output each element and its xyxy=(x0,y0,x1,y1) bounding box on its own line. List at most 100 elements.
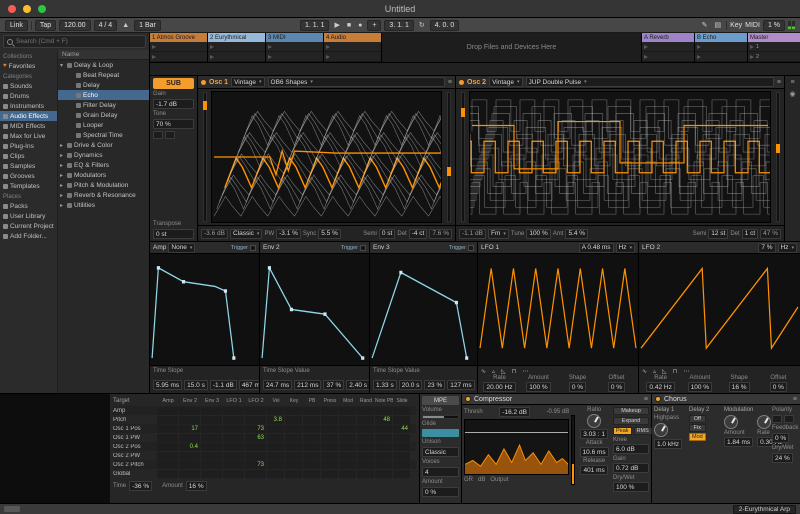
current-clip-name[interactable]: 2-Eurythmical Arp xyxy=(732,504,796,514)
osc1-pw-value[interactable]: -3.1 % xyxy=(276,228,301,239)
browser-collection-item[interactable]: ♥ Favorites xyxy=(0,61,57,71)
matrix-cell[interactable] xyxy=(303,424,320,433)
matrix-cell[interactable] xyxy=(157,415,178,424)
matrix-midi-column-header[interactable]: Slide xyxy=(393,398,411,404)
expand-arrow-icon[interactable]: ▾ xyxy=(60,62,67,69)
matrix-cell[interactable] xyxy=(303,451,320,460)
lfo1-unit-toggle[interactable]: Hz ▾ xyxy=(615,242,635,253)
lfo-param-value[interactable]: 0 % xyxy=(607,382,626,392)
osc1-category-select[interactable]: Vintage ▾ xyxy=(231,77,265,87)
envelope-value[interactable]: 24.7 ms xyxy=(263,380,293,390)
lfo2-display[interactable] xyxy=(639,254,800,366)
matrix-target-label[interactable]: Amp xyxy=(113,408,157,414)
matrix-cell[interactable] xyxy=(393,415,410,424)
lfo1-attack-value[interactable]: A 0.48 ms xyxy=(578,242,614,253)
hamburger-icon[interactable]: ≡ xyxy=(793,396,797,403)
matrix-cell[interactable] xyxy=(201,451,222,460)
matrix-cell[interactable] xyxy=(339,460,356,469)
quantize-menu[interactable]: 1 Bar xyxy=(134,19,161,31)
device-activator[interactable] xyxy=(465,396,471,402)
matrix-mod-column-header[interactable]: Amp xyxy=(157,398,179,404)
expand-arrow-icon[interactable]: ▸ xyxy=(60,152,67,159)
transpose-value[interactable]: 0 st xyxy=(153,229,194,239)
browser-device-item[interactable]: Grain Delay xyxy=(58,110,149,120)
matrix-cell[interactable] xyxy=(157,433,178,442)
browser-device-item[interactable]: ▸ Drive & Color xyxy=(58,140,149,150)
matrix-cell[interactable] xyxy=(321,424,338,433)
envelope-value[interactable]: 212 ms xyxy=(294,380,322,390)
lfo-shape-icon[interactable]: ⊓ xyxy=(673,368,678,375)
matrix-cell[interactable] xyxy=(201,460,222,469)
browser-search[interactable] xyxy=(3,35,146,48)
track-header[interactable]: 3 MIDI xyxy=(266,33,323,42)
browser-place-item[interactable]: User Library xyxy=(0,211,57,221)
lfo-shape-icon[interactable]: ∿ xyxy=(481,368,486,375)
matrix-cell[interactable] xyxy=(285,460,302,469)
lfo1-display[interactable] xyxy=(478,254,638,366)
matrix-cell[interactable] xyxy=(201,415,222,424)
browser-device-item[interactable]: Echo xyxy=(58,90,149,100)
osc2-amt-value[interactable]: 5.4 % xyxy=(565,228,589,239)
clip-slot[interactable] xyxy=(150,42,207,52)
mod-amount-value[interactable]: 1.84 ms xyxy=(724,437,754,447)
matrix-midi-column-header[interactable]: Note PB xyxy=(375,398,393,404)
osc2-detune-value[interactable]: 1 ct xyxy=(741,228,759,239)
matrix-cell[interactable] xyxy=(157,406,178,415)
envelope-value[interactable]: 5.95 ms xyxy=(153,380,183,390)
matrix-cell[interactable] xyxy=(285,424,302,433)
expand-arrow-icon[interactable]: ▸ xyxy=(60,182,67,189)
matrix-cell[interactable] xyxy=(285,469,302,478)
matrix-cell[interactable] xyxy=(285,415,302,424)
delay2-mode-button[interactable]: Mod xyxy=(689,433,706,441)
drywet-value[interactable]: 100 % xyxy=(613,482,649,492)
matrix-cell[interactable] xyxy=(267,433,284,442)
browser-category-item[interactable]: Sounds xyxy=(0,81,57,91)
matrix-cell[interactable] xyxy=(285,442,302,451)
compressor-display[interactable] xyxy=(464,419,570,475)
record-button[interactable]: ● xyxy=(356,22,364,29)
matrix-target-label[interactable]: Osc 2 Pitch xyxy=(113,462,157,468)
amp-env-mode-select[interactable]: None ▾ xyxy=(168,242,196,253)
expand-arrow-icon[interactable]: ▸ xyxy=(60,202,67,209)
matrix-cell[interactable] xyxy=(285,433,302,442)
matrix-cell[interactable] xyxy=(303,415,320,424)
matrix-cell[interactable] xyxy=(375,469,392,478)
chorus-title-bar[interactable]: Chorus ≡ xyxy=(652,394,800,405)
overdub-button[interactable]: + xyxy=(367,19,382,31)
target-icon[interactable]: ◉ xyxy=(789,90,795,98)
sub-toggle-button[interactable]: SUB xyxy=(153,78,194,89)
lfo2-offset-value[interactable]: 7 % xyxy=(758,242,776,253)
matrix-cell[interactable] xyxy=(339,406,356,415)
osc1-wavetable-display[interactable] xyxy=(211,91,442,223)
matrix-cell[interactable]: 44 xyxy=(393,424,410,433)
matrix-cell[interactable] xyxy=(267,424,284,433)
matrix-cell[interactable] xyxy=(179,460,200,469)
loop-length-field[interactable]: 4. 0. 0 xyxy=(429,19,460,31)
global-param-value[interactable]: -36 % xyxy=(129,481,153,491)
device-activator[interactable] xyxy=(655,396,661,402)
ratio-value[interactable]: 3.03 : 1 xyxy=(580,429,608,439)
stop-button[interactable]: ■ xyxy=(345,22,353,29)
osc2-toggle[interactable]: Osc 2 xyxy=(467,79,486,86)
highpass-value[interactable]: 1.0 kHz xyxy=(654,439,683,449)
collections-section-label[interactable]: Collections xyxy=(0,51,57,61)
matrix-cell[interactable] xyxy=(245,415,266,424)
lfo-shape-icon[interactable]: ◺ xyxy=(501,368,506,375)
osc1-position-slider[interactable] xyxy=(446,92,451,222)
voices-value[interactable]: 4 xyxy=(422,467,459,477)
clip-slot[interactable] xyxy=(266,52,323,62)
track-header[interactable]: 4 Audio xyxy=(324,33,381,42)
browser-category-item[interactable]: Samples xyxy=(0,161,57,171)
metronome-icon[interactable]: ▲ xyxy=(120,22,131,29)
knee-value[interactable]: 6.0 dB xyxy=(613,444,649,454)
track-header[interactable]: 2 Eurythmical xyxy=(208,33,265,42)
places-section-label[interactable]: Places xyxy=(0,191,57,201)
matrix-cell[interactable]: 3.8 xyxy=(267,415,284,424)
clip-slot[interactable] xyxy=(642,52,694,62)
matrix-cell[interactable] xyxy=(201,433,222,442)
matrix-cell[interactable] xyxy=(223,415,244,424)
matrix-cell[interactable] xyxy=(303,406,320,415)
matrix-cell[interactable] xyxy=(357,415,374,424)
matrix-cell[interactable]: 73 xyxy=(245,424,266,433)
matrix-cell[interactable] xyxy=(245,442,266,451)
